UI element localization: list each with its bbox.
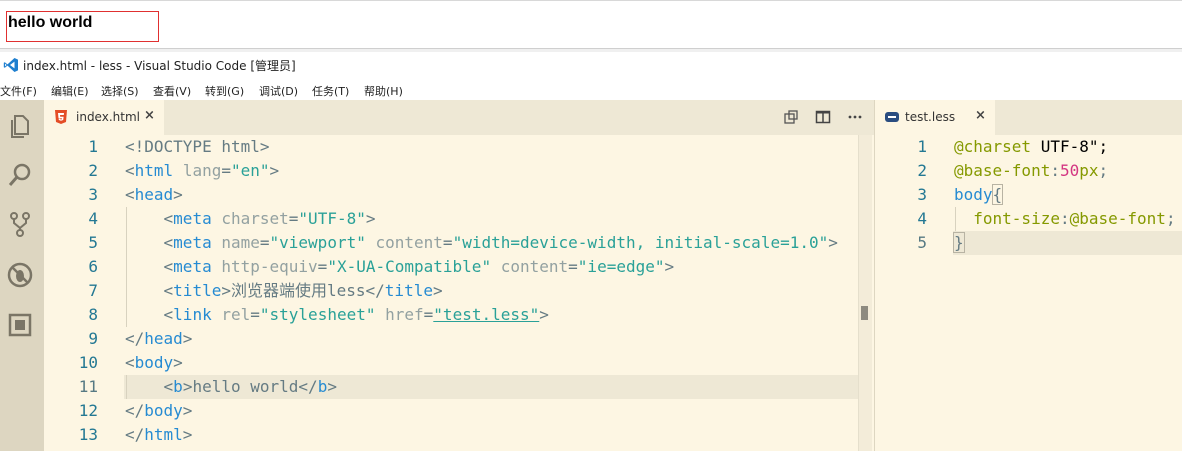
code-line-text: <body>: [125, 353, 183, 372]
split-editor-icon[interactable]: [815, 109, 831, 125]
line-number: 4: [88, 209, 98, 228]
line-number: 4: [917, 209, 927, 228]
tab-label: test.less: [905, 110, 956, 124]
title-bar: index.html - less - Visual Studio Code […: [0, 52, 1182, 80]
code-line: <body>: [125, 351, 183, 375]
tab-close-button[interactable]: ×: [975, 108, 986, 123]
tab-label: index.html: [76, 110, 140, 124]
code-line: <meta charset="UTF-8">: [125, 207, 376, 231]
menu-go[interactable]: 转到(G): [205, 83, 244, 99]
line-number: 3: [917, 185, 927, 204]
search-icon[interactable]: [6, 161, 34, 189]
line-number: 9: [88, 329, 98, 348]
code-line-text: }: [953, 232, 965, 253]
window-title: index.html - less - Visual Studio Code […: [23, 59, 296, 73]
code-line-text: </body>: [125, 401, 193, 420]
line-number: 5: [917, 233, 927, 252]
code-line: <title>浏览器端使用less</title>: [125, 279, 443, 303]
debug-icon[interactable]: [6, 261, 34, 289]
code-line-text: <html lang="en">: [125, 161, 280, 180]
code-line: body{: [954, 183, 1004, 207]
line-number: 6: [88, 257, 98, 276]
menu-debug[interactable]: 调试(D): [259, 83, 298, 99]
code-line: </html>: [125, 423, 192, 447]
source-control-icon[interactable]: [6, 210, 34, 238]
code-line: <meta name="viewport" content="width=dev…: [125, 231, 838, 255]
tab-bar-right: test.less ×: [875, 100, 1182, 135]
code-line-text: body{: [954, 184, 1004, 205]
line-number: 5: [88, 233, 98, 252]
code-line-text: <!DOCTYPE html>: [125, 137, 270, 156]
editor-group-left: index.html × 1 2 3 4 5 6 7 8 9 10 11 12 …: [44, 100, 874, 451]
line-number: 12: [78, 401, 98, 420]
tab-index-html[interactable]: index.html ×: [44, 100, 164, 135]
extensions-icon[interactable]: [6, 311, 34, 339]
line-number: 2: [917, 161, 927, 180]
menu-selection[interactable]: 选择(S): [101, 83, 139, 99]
code-line: </head>: [125, 327, 192, 351]
menu-file[interactable]: 文件(F): [0, 83, 37, 99]
line-number: 13: [78, 425, 98, 444]
vscode-logo-icon: [3, 58, 18, 72]
code-line-text: <link rel="stylesheet" href="test.less">: [163, 305, 549, 324]
preview-text: hello world: [8, 14, 93, 31]
code-line: font-size:@base-font;: [954, 207, 1176, 231]
more-actions-icon[interactable]: [847, 109, 863, 125]
vertical-scrollbar[interactable]: [858, 135, 872, 451]
code-line: <html lang="en">: [125, 159, 279, 183]
code-line-text: @charset UTF-8";: [954, 137, 1109, 156]
tab-test-less[interactable]: test.less ×: [875, 100, 995, 135]
line-number: 7: [88, 281, 98, 300]
scrollbar-thumb[interactable]: [861, 306, 868, 320]
code-line: @charset UTF-8";: [954, 135, 1108, 159]
current-line-highlight: [953, 231, 1182, 255]
less-icon: [885, 112, 899, 122]
browser-preview: hello world: [0, 0, 1182, 48]
code-line: </body>: [125, 399, 192, 423]
code-line-text: </head>: [125, 329, 193, 348]
code-line-text: </html>: [125, 425, 193, 444]
code-line: <head>: [125, 183, 183, 207]
code-line-active: }: [953, 231, 965, 255]
code-line: <link rel="stylesheet" href="test.less">: [125, 303, 549, 327]
code-line-text: <title>浏览器端使用less</title>: [163, 281, 443, 300]
menu-help[interactable]: 帮助(H): [364, 83, 403, 99]
tab-close-button[interactable]: ×: [144, 108, 155, 123]
line-number: 3: [88, 185, 98, 204]
line-number: 1: [917, 137, 927, 156]
code-line: <meta http-equiv="X-UA-Compatible" conte…: [125, 255, 675, 279]
code-line-text: @base-font:50px;: [954, 161, 1109, 180]
line-number: 8: [88, 305, 98, 324]
code-line-text: <head>: [125, 185, 183, 204]
line-number: 11: [78, 377, 98, 396]
code-line-text: <meta http-equiv="X-UA-Compatible" conte…: [163, 257, 675, 276]
open-changes-icon[interactable]: [783, 109, 799, 125]
tab-bar-left: index.html ×: [44, 100, 874, 135]
editor-group-right: test.less × 1 2 3 4 5 @charset UTF-8"; @…: [874, 100, 1182, 451]
line-number: 1: [88, 137, 98, 156]
code-line-text: font-size:@base-font;: [973, 209, 1176, 228]
menu-bar: 文件(F) 编辑(E) 选择(S) 查看(V) 转到(G) 调试(D) 任务(T…: [0, 80, 1182, 100]
code-line: <!DOCTYPE html>: [125, 135, 270, 159]
line-number: 2: [88, 161, 98, 180]
code-line-text: <meta charset="UTF-8">: [163, 209, 376, 228]
menu-edit[interactable]: 编辑(E): [51, 83, 89, 99]
activity-bar: [0, 100, 44, 451]
code-line-active: <b>hello world</b>: [125, 375, 337, 399]
html5-icon: [55, 110, 67, 124]
menu-tasks[interactable]: 任务(T): [312, 83, 349, 99]
menu-view[interactable]: 查看(V): [153, 83, 191, 99]
code-line-text: <b>hello world</b>: [163, 377, 337, 396]
code-line-text: <meta name="viewport" content="width=dev…: [163, 233, 838, 252]
code-line: @base-font:50px;: [954, 159, 1108, 183]
files-icon[interactable]: [6, 112, 34, 140]
line-number: 10: [78, 353, 98, 372]
